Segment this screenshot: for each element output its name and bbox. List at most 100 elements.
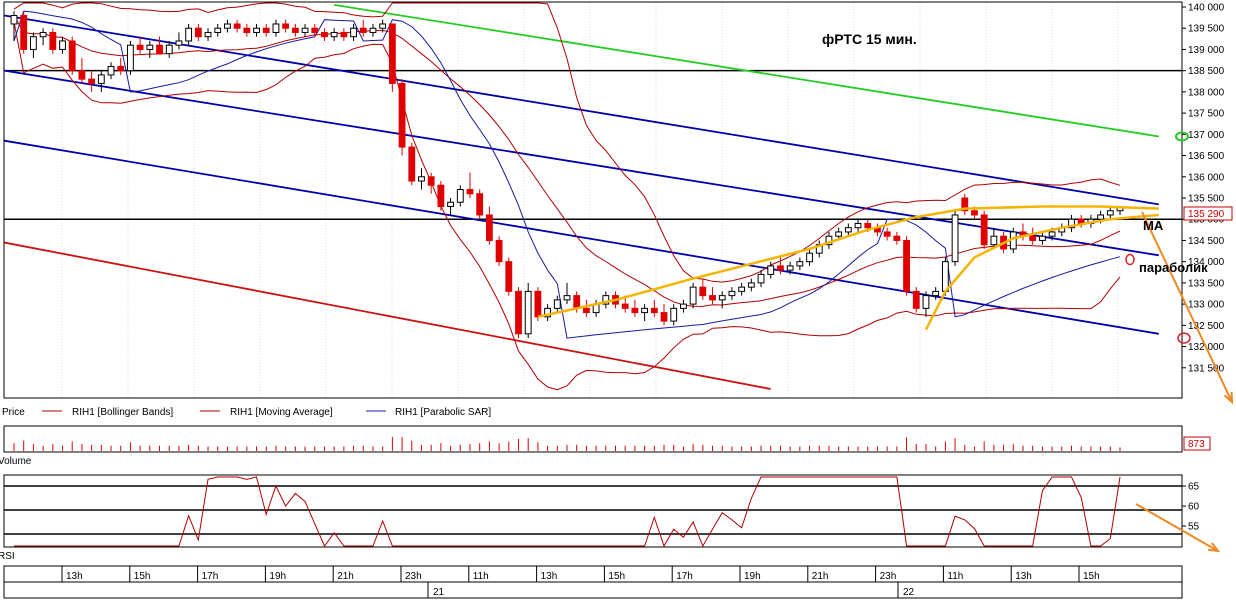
legend-ma: RIH1 [Moving Average]	[230, 407, 333, 418]
legend-price: Price	[2, 407, 25, 418]
candle-body	[20, 14, 28, 50]
time-tick-label: 15h	[134, 571, 151, 582]
candle-body	[29, 36, 37, 50]
candle-body	[359, 27, 367, 33]
price-tick-label: 134 500	[1188, 236, 1225, 247]
candle-body	[922, 295, 930, 309]
price-panel-frame	[3, 1, 1183, 399]
time-tick-label: 11h	[473, 571, 489, 582]
rsi-tick-label: 65	[1188, 482, 1200, 493]
candle-body	[117, 65, 125, 72]
candle-body	[854, 222, 862, 229]
time-tick-label: 19h	[744, 571, 761, 582]
time-tick-label: 21h	[812, 571, 829, 582]
time-tick-label: 11h	[947, 571, 963, 582]
legend-bollinger: RIH1 [Bollinger Bands]	[72, 407, 173, 418]
price-grid	[61, 3, 1119, 397]
trading-chart: 140 000 139 500 139 000 138 500 138 000 137 5…	[0, 1, 1234, 599]
price-tick-label: 133 000	[1188, 300, 1225, 311]
candle-body	[175, 40, 183, 46]
candle-body	[379, 23, 387, 29]
candle-body	[262, 27, 270, 33]
bollinger-lower	[13, 21, 1121, 391]
volume-label: Volume	[0, 456, 32, 467]
candle-body	[660, 312, 668, 322]
candle-body	[796, 261, 804, 267]
candle-body	[272, 23, 280, 33]
candle-body	[243, 27, 251, 33]
rsi-axis: 65 60 55	[1182, 482, 1200, 533]
rsi-polyline	[14, 476, 1121, 548]
price-tick-label: 136 000	[1188, 172, 1225, 183]
candle-body	[127, 44, 134, 72]
rsi-label: RSI	[0, 551, 15, 562]
candle-body	[398, 82, 406, 148]
candle-body	[204, 31, 212, 38]
candle-body	[553, 299, 561, 309]
candle-body	[757, 273, 765, 284]
volume-bars	[13, 437, 1121, 451]
candle-body	[786, 265, 794, 271]
candle-body	[165, 44, 173, 55]
time-tick-label: 21h	[337, 571, 354, 582]
time-tick-label: 15h	[608, 571, 625, 582]
time-tick-label: 19h	[269, 571, 286, 582]
time-tick-label: 13h	[66, 571, 83, 582]
candle-body	[321, 31, 328, 38]
candle-body	[718, 295, 726, 301]
candle-body	[330, 31, 338, 38]
candle-body	[59, 40, 66, 50]
candle-body	[883, 231, 891, 237]
candle-body	[495, 239, 503, 263]
candle-body	[39, 31, 47, 38]
candle-body	[185, 27, 193, 42]
candle-body	[951, 214, 959, 263]
date-label-22: 22	[903, 587, 915, 598]
candle-body	[427, 176, 435, 186]
candle-body	[650, 307, 658, 314]
candle-body	[777, 265, 784, 271]
candle-body	[350, 27, 357, 38]
candle-body	[689, 286, 697, 305]
horizontal-levels	[4, 69, 1182, 220]
ma-curve-upper	[537, 205, 1159, 319]
candle-body	[573, 295, 581, 309]
candle-body	[505, 261, 513, 292]
candle-body	[456, 189, 464, 203]
candle-body	[582, 307, 590, 314]
candle-body	[1048, 231, 1056, 237]
candle-body	[631, 307, 639, 314]
price-tick-label: 140 000	[1188, 3, 1225, 14]
candle-body	[156, 44, 163, 55]
price-tick-label: 137 500	[1188, 109, 1225, 120]
parabolic-circle	[1125, 253, 1135, 266]
candle-body	[233, 23, 241, 29]
legend-sar: RIH1 [Parabolic SAR]	[395, 407, 491, 418]
rsi-tick-label: 60	[1188, 502, 1200, 513]
candle-body	[534, 290, 542, 318]
time-tick-label: 13h	[1015, 571, 1032, 582]
rsi-line	[4, 476, 1182, 548]
candle-body	[932, 290, 940, 297]
candle-body	[253, 27, 260, 33]
candle-body	[563, 295, 571, 301]
price-axis: 140 000 139 500 139 000 138 500 138 000 137 5…	[1182, 3, 1225, 374]
candle-body	[699, 286, 707, 297]
candle-body	[224, 23, 231, 29]
trend-lines	[4, 3, 1191, 390]
candle-body	[485, 214, 493, 241]
candle-body	[466, 189, 474, 195]
candle-body	[136, 44, 144, 50]
candle-body	[214, 27, 222, 33]
volume-last-label: 873	[1188, 439, 1205, 450]
candle-body	[767, 265, 775, 275]
candle-body	[1097, 214, 1105, 220]
candle-body	[49, 31, 57, 50]
candle-body	[903, 239, 910, 292]
ma-curve-lower	[924, 213, 1159, 331]
time-tick-label: 17h	[676, 571, 693, 582]
candle-body	[971, 210, 978, 216]
candle-body	[864, 222, 872, 229]
candle-body	[340, 31, 348, 38]
candle-body	[291, 27, 299, 33]
